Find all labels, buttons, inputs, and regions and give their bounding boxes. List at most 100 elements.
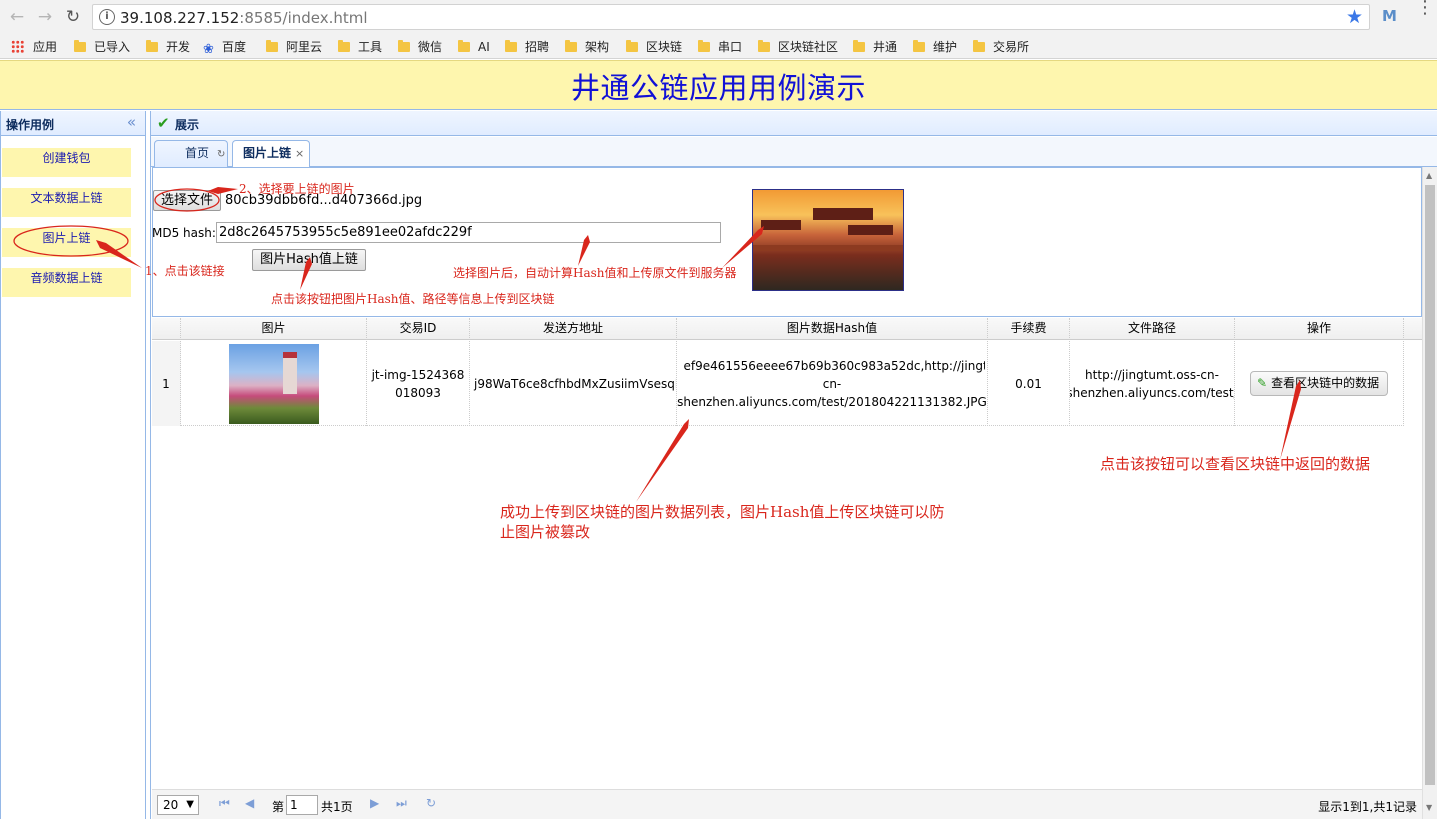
reload-icon[interactable]: ↻ [62, 6, 84, 28]
image-thumbnail[interactable] [228, 343, 319, 424]
last-page-icon[interactable]: ⏭ [396, 796, 407, 811]
scroll-thumb[interactable] [1425, 185, 1435, 785]
refresh-icon[interactable]: ↻ [217, 149, 225, 160]
vertical-scrollbar[interactable]: ▲ ▼ [1422, 167, 1437, 819]
bookmark-folder[interactable]: AI [458, 38, 490, 56]
annotation-view-button: 点击该按钮可以查看区块链中返回的数据 [1100, 455, 1371, 473]
header-fee: 手续费 [988, 318, 1070, 340]
bookmark-folder[interactable]: 串口 [698, 38, 742, 56]
menu-item-image-upload[interactable]: 图片上链 [2, 228, 131, 257]
site-info-icon[interactable]: i [99, 9, 115, 25]
menu-item-text-upload[interactable]: 文本数据上链 [2, 188, 131, 217]
extension-icon[interactable]: M [1382, 7, 1397, 25]
annotation-upload-button: 点击该按钮把图片Hash值、路径等信息上传到区块链 [271, 292, 555, 306]
page-prefix: 第 [272, 800, 285, 814]
next-page-icon[interactable]: ▶ [370, 796, 379, 810]
bookmark-folder[interactable]: 阿里云 [266, 38, 322, 56]
bookmark-folder[interactable]: 微信 [398, 38, 442, 56]
header-rownum [152, 318, 181, 340]
tab-image-upload[interactable]: 图片上链 × [232, 140, 310, 168]
west-panel: 操作用例 « [0, 111, 146, 819]
url-text[interactable]: 39.108.227.152:8585/index.html [120, 9, 368, 27]
header-action: 操作 [1235, 318, 1404, 340]
menu-item-audio-upload[interactable]: 音频数据上链 [2, 268, 131, 297]
path-line-2: shenzhen.aliyuncs.com/test/ [1070, 385, 1235, 400]
tab-home[interactable]: 首页 ↻ [154, 140, 228, 167]
west-panel-title: 操作用例 [6, 118, 55, 132]
header-tx-id: 交易ID [367, 318, 470, 340]
view-blockchain-data-button[interactable]: ✎ 查看区块链中的数据 [1250, 371, 1388, 396]
annotation-step-2: 2、选择要上链的图片 [239, 182, 355, 196]
folder-icon [853, 40, 865, 52]
folder-icon [973, 40, 985, 52]
folder-icon [758, 40, 770, 52]
bookmark-star-icon[interactable]: ★ [1346, 6, 1363, 28]
path-cell: http://jingtumt.oss-cn- shenzhen.aliyunc… [1070, 341, 1235, 426]
md5-hash-input[interactable]: 2d8c2645753955c5e891ee02afdc229f [216, 222, 721, 243]
folder-icon [505, 40, 517, 52]
forward-icon[interactable]: → [34, 6, 56, 28]
hash-cell: ef9e461556eeee67b69b360c983a52dc,http://… [677, 341, 988, 426]
record-info: 显示1到1,共1记录 [1318, 800, 1417, 814]
close-icon[interactable]: × [295, 147, 304, 160]
west-panel-header: 操作用例 « [1, 111, 145, 136]
folder-icon [698, 40, 710, 52]
tab-home-label: 首页 [185, 146, 210, 160]
bookmark-folder[interactable]: 区块链 [626, 38, 682, 56]
bookmark-folder[interactable]: 已导入 [74, 38, 130, 56]
header-sender: 发送方地址 [470, 318, 677, 340]
page-size-select[interactable]: 20 ▼ [157, 795, 199, 815]
browser-menu-icon[interactable]: ⋮ [1416, 0, 1434, 17]
collapse-icon[interactable]: « [127, 113, 136, 131]
refresh-icon[interactable]: ↻ [426, 796, 436, 810]
bookmark-folder[interactable]: 工具 [338, 38, 382, 56]
page-total: 共1页 [321, 800, 353, 814]
center-panel-header: ✔ 展示 [151, 111, 1437, 136]
back-icon[interactable]: ← [6, 6, 28, 28]
data-grid: 图片 交易ID 发送方地址 图片数据Hash值 手续费 文件路径 操作 1 jt… [152, 318, 1422, 788]
scroll-down-icon[interactable]: ▼ [1426, 803, 1432, 812]
app-header: 井通公链应用用例演示 [0, 60, 1437, 110]
scroll-up-icon[interactable]: ▲ [1426, 171, 1432, 180]
bookmark-folder[interactable]: 交易所 [973, 38, 1029, 56]
table-row[interactable]: 1 jt-img-1524368018093 j98WaT6ce8cfhbdMx… [152, 341, 1404, 426]
hash-line-2: cn- [822, 376, 842, 391]
bookmark-folder[interactable]: 招聘 [505, 38, 549, 56]
first-page-icon[interactable]: ⏮ [219, 796, 230, 811]
apps-grid-icon [11, 40, 24, 53]
bookmark-folder[interactable]: 区块链社区 [758, 38, 838, 56]
header-image: 图片 [181, 318, 367, 340]
tabs-bar: 首页 ↻ 图片上链 × [151, 137, 1437, 168]
bookmark-baidu[interactable]: ❀ 百度 [203, 38, 246, 56]
pencil-icon: ✎ [1257, 376, 1268, 390]
folder-icon [338, 40, 350, 52]
menu-item-create-wallet[interactable]: 创建钱包 [2, 148, 131, 177]
choose-file-button[interactable]: 选择文件 [153, 190, 221, 211]
annotation-list-line-1: 成功上传到区块链的图片数据列表，图片Hash值上传区块链可以防 [500, 503, 945, 521]
header-hash: 图片数据Hash值 [677, 318, 988, 340]
folder-icon [266, 40, 278, 52]
prev-page-icon[interactable]: ◀ [245, 796, 254, 810]
browser-toolbar: ← → ↻ i 39.108.227.152:8585/index.html ★… [0, 0, 1437, 35]
annotation-step-1: 1、点击该链接 [145, 264, 225, 278]
grid-header: 图片 交易ID 发送方地址 图片数据Hash值 手续费 文件路径 操作 [152, 318, 1422, 340]
bookmark-folder[interactable]: 开发 [146, 38, 190, 56]
center-panel-title: 展示 [175, 118, 200, 132]
tab-image-upload-label: 图片上链 [243, 146, 292, 160]
page-number-input[interactable]: 1 [286, 795, 318, 815]
bookmark-apps[interactable]: 应用 [11, 38, 57, 56]
folder-icon [913, 40, 925, 52]
bookmark-folder[interactable]: 井通 [853, 38, 897, 56]
bookmark-folder[interactable]: 维护 [913, 38, 957, 56]
bookmark-folder[interactable]: 架构 [565, 38, 609, 56]
fee-cell: 0.01 [988, 341, 1070, 426]
address-bar[interactable]: i 39.108.227.152:8585/index.html ★ [92, 4, 1370, 30]
image-preview [752, 189, 904, 291]
view-button-label: 查看区块链中的数据 [1271, 376, 1380, 390]
image-cell [181, 341, 367, 426]
upload-hash-button[interactable]: 图片Hash值上链 [252, 249, 366, 271]
hash-line-1: ef9e461556eeee67b69b360c983a52dc,http://… [683, 358, 985, 373]
header-path: 文件路径 [1070, 318, 1235, 340]
action-cell: ✎ 查看区块链中的数据 [1235, 341, 1404, 426]
tx-id-cell: jt-img-1524368018093 [367, 341, 470, 426]
